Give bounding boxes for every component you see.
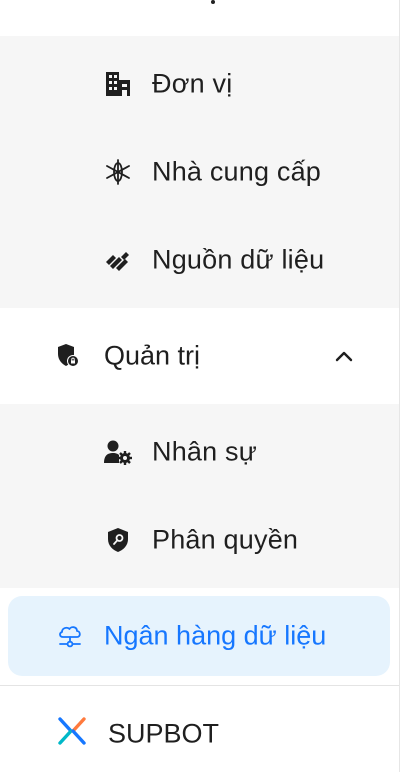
divider [0,685,399,686]
menu-item-label: Nhân sự [152,436,258,467]
menu-item-label: Nhà cung cấp [152,156,322,187]
menu-item-supbot[interactable]: SUPBOT [0,696,399,772]
cloud-network-icon [56,622,84,650]
supbot-logo-icon [56,715,88,747]
submenu-admin-group: Nhân sự Phân quyền [0,404,399,588]
submenu-data-group: Đơn vị Nhà cung cấp Nguồn dữ liệu [0,36,399,308]
menu-item-ngan-hang-du-lieu[interactable]: Ngân hàng dữ liệu [8,596,390,676]
menu-group-label: Quản trị [104,340,201,371]
menu-item-don-vi[interactable]: Đơn vị [0,40,399,128]
menu-item-label: Nguồn dữ liệu [152,244,325,275]
clipped-previous-item [0,0,399,36]
shield-lock-icon [56,342,82,370]
menu-item-label: Đơn vị [152,68,233,99]
menu-item-nha-cung-cap[interactable]: Nhà cung cấp [0,128,399,216]
asterisk-icon [103,157,133,187]
user-gear-icon [103,437,133,467]
chevron-up-icon[interactable] [330,342,358,370]
menu-item-nguon-du-lieu[interactable]: Nguồn dữ liệu [0,216,399,304]
clipped-text-fragment [211,0,215,4]
menu-item-label: SUPBOT [108,718,220,749]
menu-item-phan-quyen[interactable]: Phân quyền [0,496,399,584]
menu-item-label: Phân quyền [152,524,299,555]
menu-group-quan-tri[interactable]: Quản trị [0,308,399,404]
building-icon [103,69,133,99]
stripes-icon [103,245,133,275]
menu-item-nhan-su[interactable]: Nhân sự [0,408,399,496]
shield-key-icon [103,525,133,555]
menu-item-label: Ngân hàng dữ liệu [104,620,327,651]
